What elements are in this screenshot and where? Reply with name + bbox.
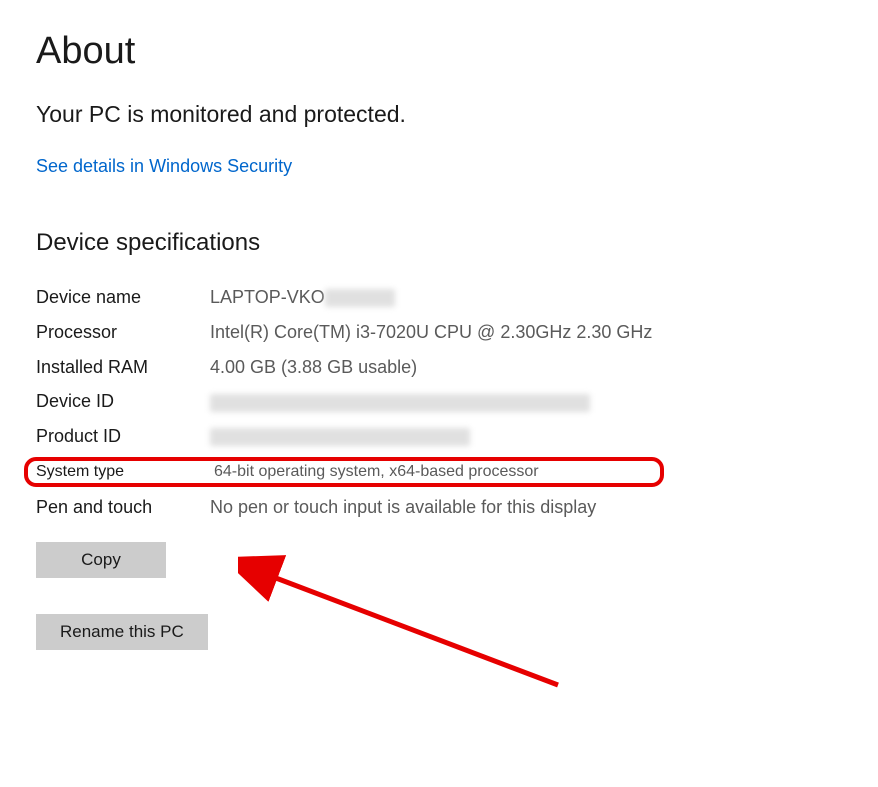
page-title: About [36,30,842,73]
spec-value: 64-bit operating system, x64-based proce… [214,463,539,481]
spec-label: Device name [36,283,210,312]
redacted-text: XXXXXXXXXXXXXXXXXXXXXXXXXXXXXXXXXX [210,394,590,412]
protection-status: Your PC is monitored and protected. [36,101,842,128]
spec-row-system-type-highlighted: System type 64-bit operating system, x64… [24,457,664,487]
spec-value: XXXXXXXXXXXXXXXXXXXXXXXXXXXXXXXXXX [210,387,590,416]
spec-row-pen-touch: Pen and touch No pen or touch input is a… [36,493,842,522]
spec-value: 4.00 GB (3.88 GB usable) [210,353,417,382]
spec-value: LAPTOP-VKOXXXXX [210,283,395,312]
windows-security-link[interactable]: See details in Windows Security [36,156,292,177]
spec-label: Pen and touch [36,493,210,522]
spec-row-product-id: Product ID XXXXXXXXXXXXXXXXXXXXXX [36,422,842,451]
spec-row-device-name: Device name LAPTOP-VKOXXXXX [36,283,842,312]
spec-label: Device ID [36,387,210,416]
spec-label: Processor [36,318,210,347]
device-specifications-heading: Device specifications [36,229,842,257]
redacted-text: XXXXX [325,289,395,307]
redacted-text: XXXXXXXXXXXXXXXXXXXXXX [210,428,470,446]
spec-label: Installed RAM [36,353,210,382]
rename-pc-button[interactable]: Rename this PC [36,614,208,650]
spec-value: XXXXXXXXXXXXXXXXXXXXXX [210,422,470,451]
spec-row-device-id: Device ID XXXXXXXXXXXXXXXXXXXXXXXXXXXXXX… [36,387,842,416]
spec-value: No pen or touch input is available for t… [210,493,596,522]
copy-button[interactable]: Copy [36,542,166,578]
spec-label: Product ID [36,422,210,451]
spec-row-processor: Processor Intel(R) Core(TM) i3-7020U CPU… [36,318,842,347]
spec-row-installed-ram: Installed RAM 4.00 GB (3.88 GB usable) [36,353,842,382]
spec-value: Intel(R) Core(TM) i3-7020U CPU @ 2.30GHz… [210,318,652,347]
spec-label: System type [36,463,214,481]
